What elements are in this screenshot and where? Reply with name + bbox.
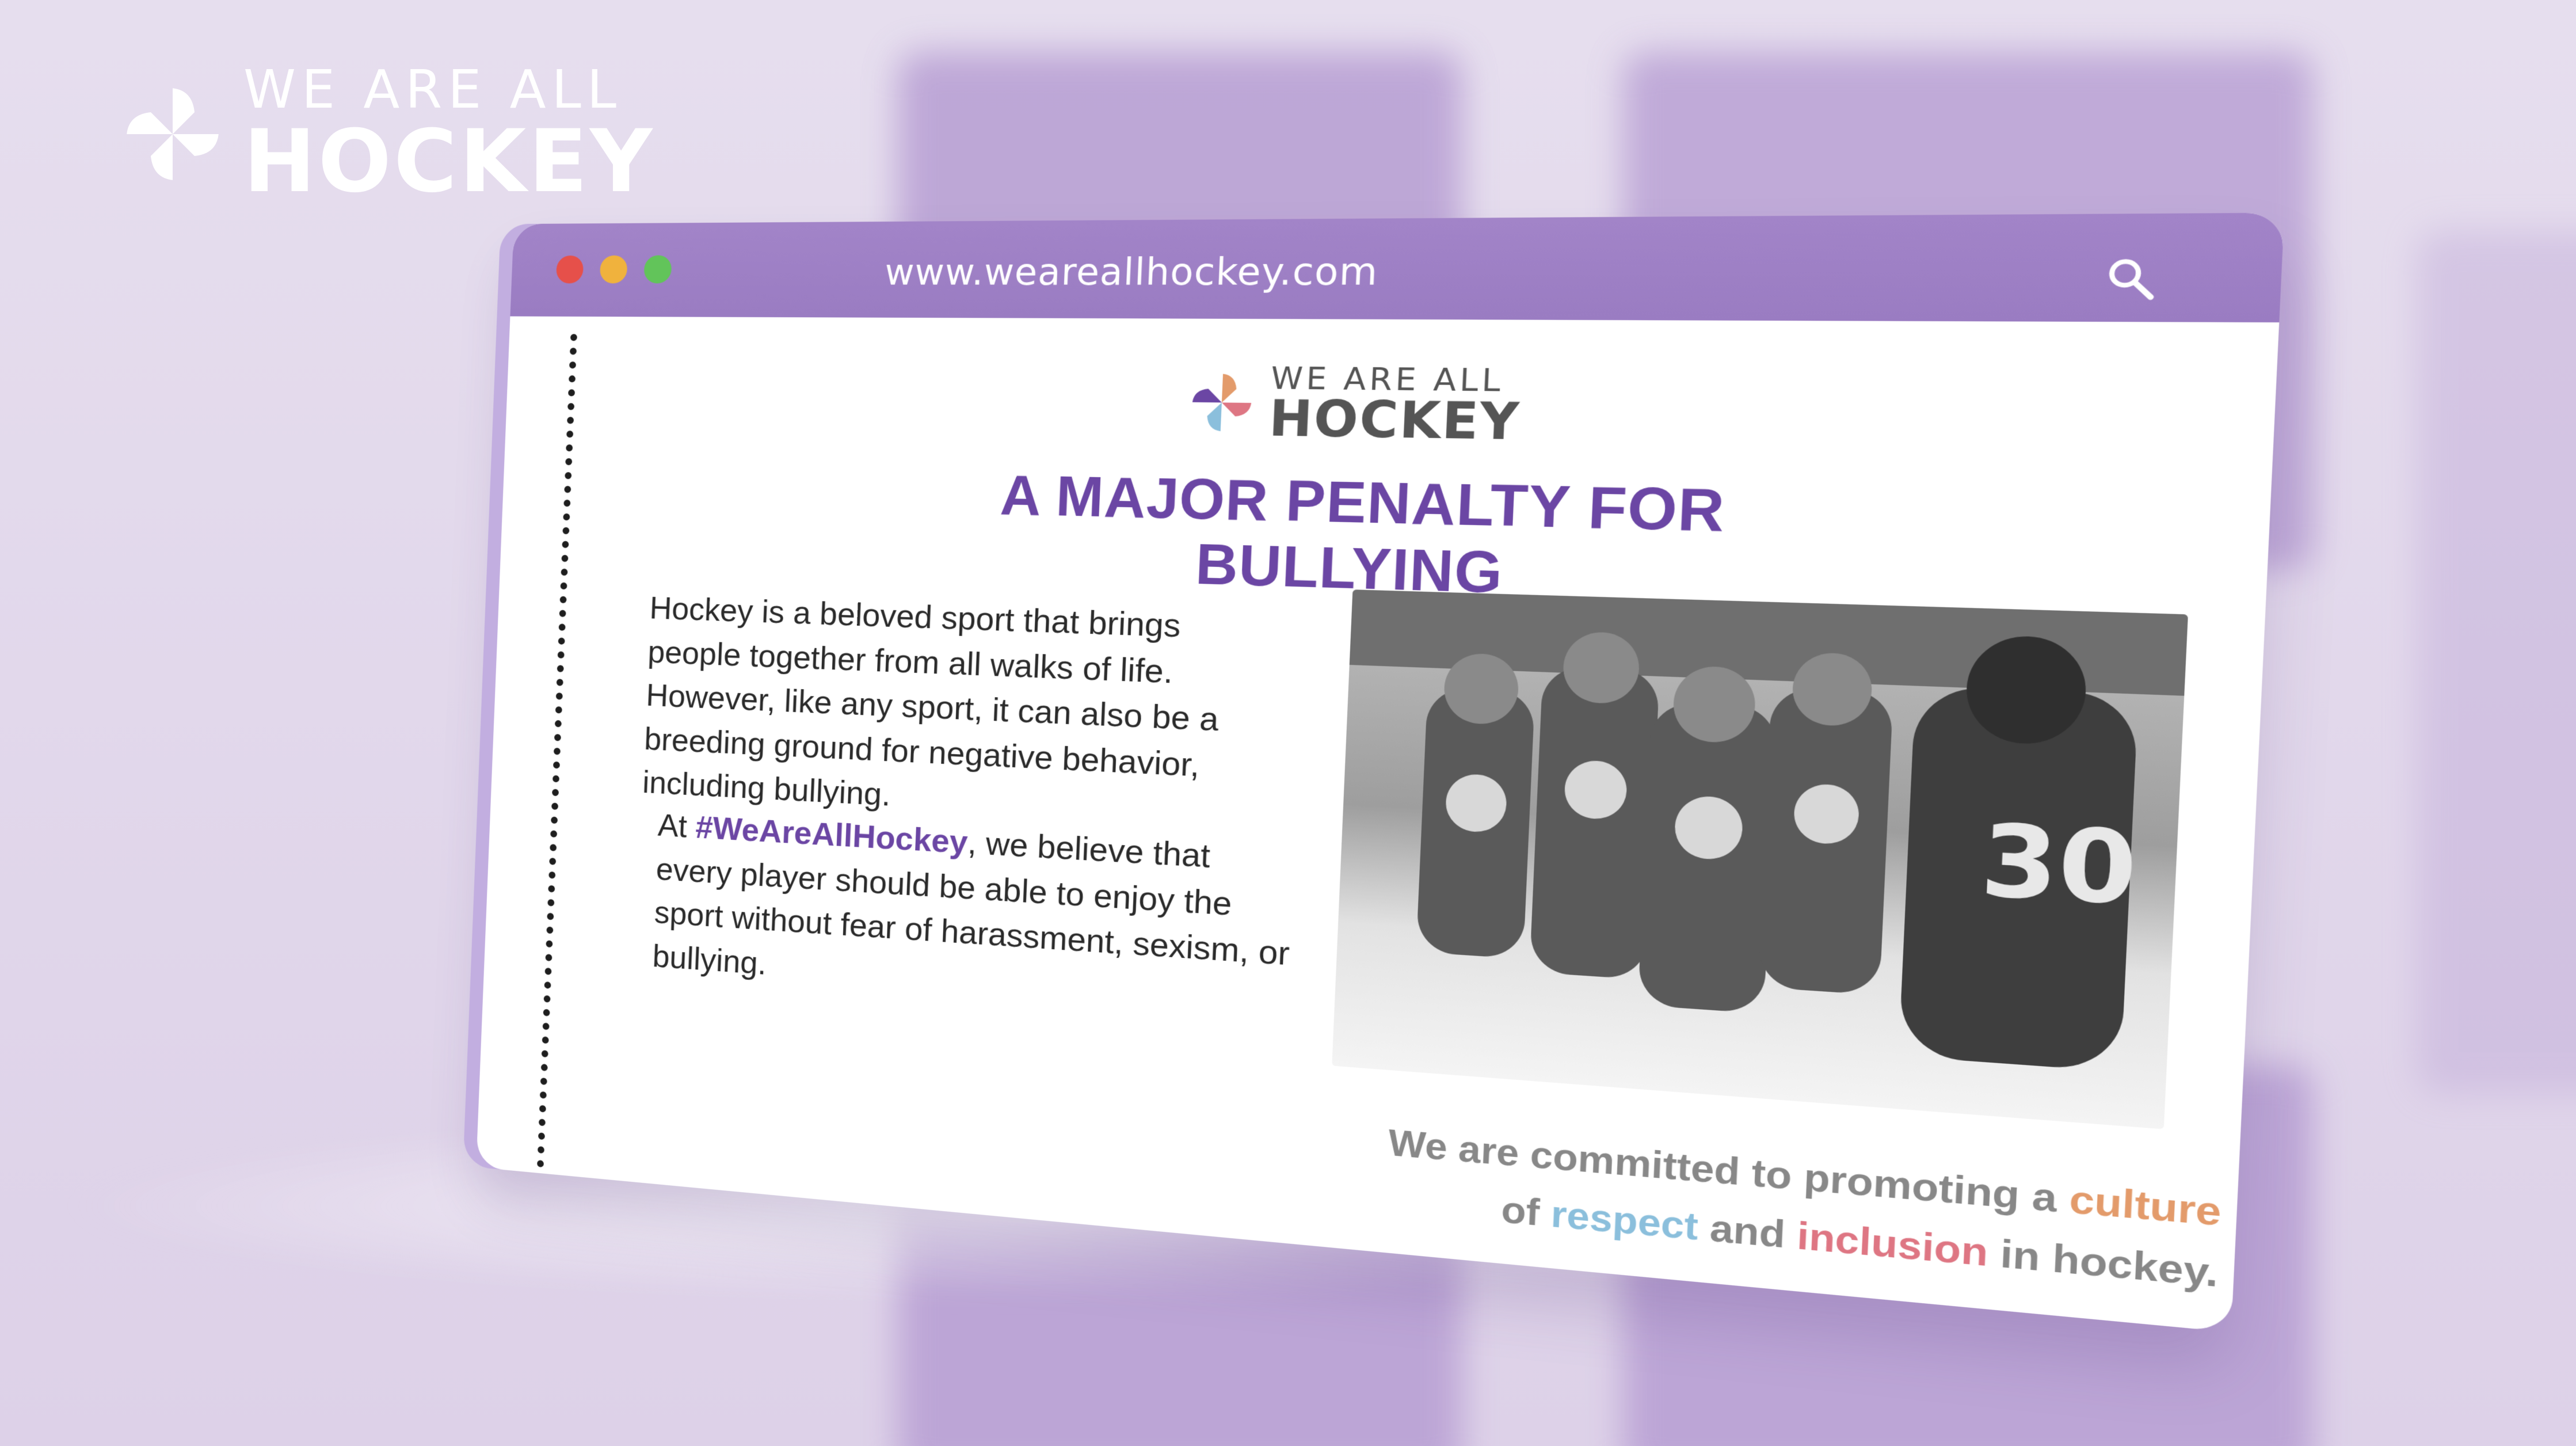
minimize-button[interactable] bbox=[599, 255, 628, 284]
brand-logo: WE ARE ALL HOCKEY bbox=[118, 63, 654, 205]
mission-paragraph: At #WeAreAllHockey, we believe that ever… bbox=[651, 804, 1296, 1024]
site-logo[interactable]: WE ARE ALL HOCKEY bbox=[1185, 360, 1523, 452]
highlight-respect: respect bbox=[1550, 1192, 1699, 1249]
site-logo-big-text: HOCKEY bbox=[1268, 389, 1522, 452]
maximize-button[interactable] bbox=[643, 255, 672, 284]
commitment-part1: We are committed to promoting a bbox=[1387, 1121, 2071, 1222]
brand-big-text: HOCKEY bbox=[243, 112, 655, 212]
mission-rest: , we believe that every player should be… bbox=[651, 824, 1291, 981]
search-icon[interactable] bbox=[2104, 256, 2159, 303]
commitment-part4: in hockey. bbox=[1987, 1230, 2220, 1296]
highlight-inclusion: inclusion bbox=[1796, 1213, 1990, 1275]
window-controls bbox=[555, 255, 672, 284]
intro-paragraph: Hockey is a beloved sport that brings pe… bbox=[642, 590, 1220, 813]
mission-lead: At bbox=[657, 807, 696, 845]
commitment-part3: and bbox=[1697, 1205, 1798, 1258]
browser-titlebar: www.weareallhockey.com bbox=[510, 212, 2285, 323]
commitment-part2: of bbox=[1500, 1188, 1552, 1235]
brand-small-text: WE ARE ALL bbox=[243, 59, 623, 120]
background-block bbox=[2417, 230, 2576, 1094]
close-button[interactable] bbox=[555, 255, 584, 284]
browser-window: www.weareallhockey.com WE ARE ALL HOCKEY… bbox=[476, 212, 2285, 1333]
address-bar[interactable]: www.weareallhockey.com bbox=[884, 250, 1379, 294]
dotted-divider bbox=[536, 334, 578, 1168]
scene: WE ARE ALL HOCKEY www.weareallhockey.com bbox=[0, 0, 2576, 1446]
page-content: WE ARE ALL HOCKEY A MAJOR PENALTY FOR BU… bbox=[476, 317, 2279, 1333]
pinwheel-logo-icon bbox=[1186, 368, 1259, 437]
svg-text:30: 30 bbox=[1978, 802, 2140, 928]
hockey-team-photo: 30 bbox=[1332, 589, 2188, 1129]
highlight-culture: culture bbox=[2068, 1176, 2223, 1235]
pinwheel-logo-icon bbox=[118, 79, 227, 189]
